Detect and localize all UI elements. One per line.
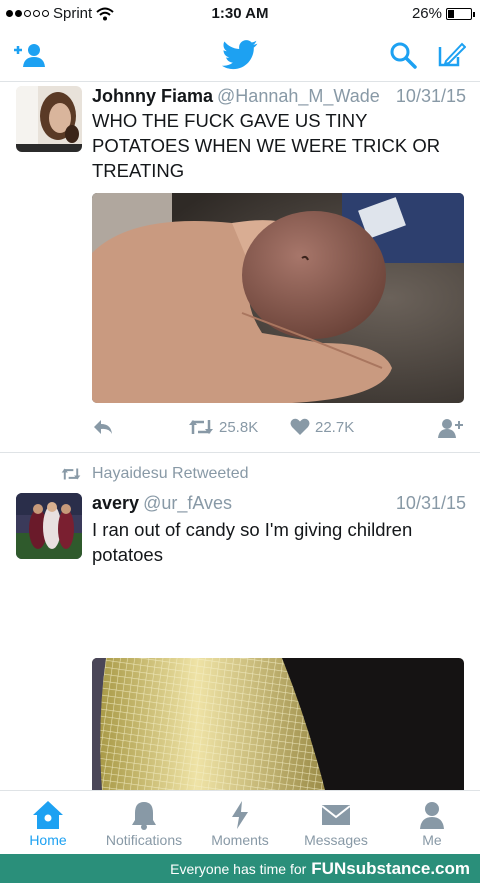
tweet-header: Johnny Fiama @Hannah_M_Wade 10/31/15 [92, 86, 466, 107]
status-bar: Sprint 1:30 AM 26% [0, 0, 480, 28]
retweeted-by-text: Hayaidesu Retweeted [92, 465, 249, 482]
tweet-actions: 25.8K 22.7K [92, 418, 464, 444]
reply-button[interactable] [92, 418, 114, 436]
tab-label: Moments [211, 832, 269, 848]
top-nav-bar [0, 28, 480, 82]
battery-percentage: 26% [411, 5, 442, 22]
compose-button[interactable] [434, 38, 468, 72]
potato-in-hand-photo [92, 193, 464, 403]
tweet-divider [0, 452, 480, 453]
retweet-icon [189, 420, 213, 434]
tab-notifications[interactable]: Notifications [96, 791, 192, 854]
tab-moments[interactable]: Moments [192, 791, 288, 854]
twitter-logo [220, 38, 260, 72]
avatar-photo [16, 86, 82, 152]
clock: 1:30 AM [211, 5, 269, 22]
home-icon [33, 801, 63, 829]
add-user-icon [14, 44, 45, 67]
tab-me[interactable]: Me [384, 791, 480, 854]
user-name[interactable]: avery [92, 493, 139, 513]
reply-icon [94, 420, 112, 434]
tweet-header: avery @ur_fAves 10/31/15 [92, 493, 466, 514]
tweet-photo[interactable] [92, 658, 464, 790]
follow-button[interactable] [438, 418, 464, 438]
tab-label: Notifications [105, 832, 183, 848]
compose-icon [438, 42, 466, 67]
avatar-photo [16, 493, 82, 559]
search-icon [390, 42, 417, 69]
twitter-bird-icon [222, 40, 258, 70]
user-name[interactable]: Johnny Fiama [92, 86, 213, 106]
tab-label: Me [422, 832, 442, 848]
person-icon [420, 802, 444, 829]
avatar[interactable] [16, 86, 82, 152]
user-handle[interactable]: @Hannah_M_Wade [217, 86, 380, 106]
retweet-icon [61, 468, 81, 480]
tweet-date: 10/31/15 [395, 86, 466, 106]
tab-label: Messages [304, 832, 368, 848]
bag-of-potatoes-photo [92, 658, 464, 790]
lightning-icon [232, 801, 248, 829]
like-count: 22.7K [315, 418, 355, 436]
tweet-text: I ran out of candy so I'm giving childre… [92, 519, 413, 565]
envelope-icon [321, 805, 351, 825]
bottom-tab-bar: Home Notifications Moments Messages Me [0, 790, 480, 854]
avatar[interactable] [16, 493, 82, 559]
battery-status: 26% [411, 5, 475, 22]
tweet-text: WHO THE FUCK GAVE US TINY POTATOES WHEN … [92, 110, 441, 181]
tab-home[interactable]: Home [0, 791, 96, 854]
user-handle[interactable]: @ur_fAves [143, 493, 232, 513]
tab-messages[interactable]: Messages [288, 791, 384, 854]
tab-label: Home [29, 832, 67, 848]
heart-icon [290, 418, 310, 435]
battery-icon [446, 7, 475, 20]
retweeted-by-line[interactable]: Hayaidesu Retweeted [60, 465, 249, 483]
retweet-count: 25.8K [219, 418, 259, 436]
banner-text: Everyone has time for [170, 860, 307, 877]
follow-user-icon [438, 419, 463, 438]
add-user-button[interactable] [12, 38, 46, 72]
watermark-banner: Everyone has time for FUNsubstance.com [0, 854, 480, 883]
timeline[interactable]: Johnny Fiama @Hannah_M_Wade 10/31/15 WHO … [0, 82, 480, 790]
retweet-button[interactable]: 25.8K [188, 418, 258, 436]
search-button[interactable] [386, 38, 420, 72]
tweet-date: 10/31/15 [395, 493, 466, 513]
bell-icon [132, 802, 156, 830]
banner-brand: FUNsubstance.com [311, 858, 470, 878]
tweet-photo[interactable] [92, 193, 464, 403]
like-button[interactable]: 22.7K [290, 418, 354, 436]
